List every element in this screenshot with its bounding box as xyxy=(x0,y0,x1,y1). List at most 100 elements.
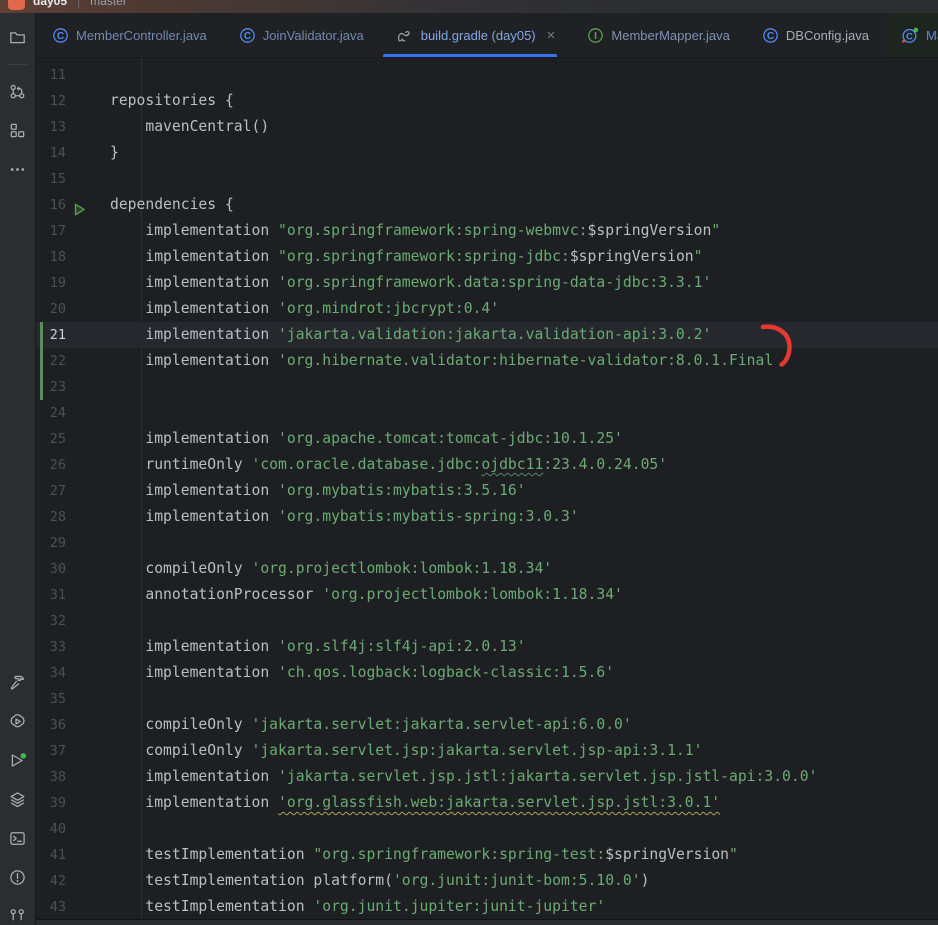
gutter[interactable]: 20 xyxy=(36,296,105,322)
tab-joinvalidator-java[interactable]: C JoinValidator.java xyxy=(223,13,380,57)
gutter[interactable]: 37 xyxy=(36,738,105,764)
tab-dbconfig-java[interactable]: C DBConfig.java xyxy=(746,13,885,57)
code-line[interactable]: 30 compileOnly 'org.projectlombok:lombok… xyxy=(36,556,938,582)
gutter[interactable]: 22 xyxy=(36,348,105,374)
line-number[interactable]: 35 xyxy=(36,686,66,712)
line-number[interactable]: 43 xyxy=(36,894,66,920)
line-number[interactable]: 26 xyxy=(36,452,66,478)
gutter[interactable]: 19 xyxy=(36,270,105,296)
gutter[interactable]: 31 xyxy=(36,582,105,608)
more-tools-icon[interactable] xyxy=(4,155,32,183)
tab-membermapper-java[interactable]: I MemberMapper.java xyxy=(571,13,746,57)
line-number[interactable]: 19 xyxy=(36,270,66,296)
line-number[interactable]: 38 xyxy=(36,764,66,790)
line-number[interactable]: 41 xyxy=(36,842,66,868)
code-line[interactable]: 11 xyxy=(36,62,938,88)
line-number[interactable]: 24 xyxy=(36,400,66,426)
code-line[interactable]: 36 compileOnly 'jakarta.servlet:jakarta.… xyxy=(36,712,938,738)
problems-icon[interactable] xyxy=(4,863,32,891)
project-name[interactable]: day05 xyxy=(33,0,67,8)
gutter[interactable]: 38 xyxy=(36,764,105,790)
gutter[interactable]: 14 xyxy=(36,140,105,166)
code-line[interactable]: 21 implementation 'jakarta.validation:ja… xyxy=(36,322,938,348)
commit-icon[interactable] xyxy=(4,77,32,105)
tab-mapperte[interactable]: C MapperTe xyxy=(885,13,938,57)
code-line[interactable]: 35 xyxy=(36,686,938,712)
gutter[interactable]: 36 xyxy=(36,712,105,738)
code-line[interactable]: 18 implementation "org.springframework:s… xyxy=(36,244,938,270)
line-number[interactable]: 30 xyxy=(36,556,66,582)
line-number[interactable]: 11 xyxy=(36,62,66,88)
code-line[interactable]: 19 implementation 'org.springframework.d… xyxy=(36,270,938,296)
line-number[interactable]: 28 xyxy=(36,504,66,530)
structure-icon[interactable] xyxy=(4,116,32,144)
gutter[interactable]: 34 xyxy=(36,660,105,686)
branch-name[interactable]: master xyxy=(90,0,127,8)
gutter[interactable]: 32 xyxy=(36,608,105,634)
code-line[interactable]: 29 xyxy=(36,530,938,556)
gutter[interactable]: 40 xyxy=(36,816,105,842)
line-number[interactable]: 15 xyxy=(36,166,66,192)
gutter[interactable]: 21 xyxy=(36,322,105,348)
code-line[interactable]: 17 implementation "org.springframework:s… xyxy=(36,218,938,244)
code-line[interactable]: 13 mavenCentral() xyxy=(36,114,938,140)
gutter[interactable]: 13 xyxy=(36,114,105,140)
code-line[interactable]: 27 implementation 'org.mybatis:mybatis:3… xyxy=(36,478,938,504)
code-line[interactable]: 41 testImplementation "org.springframewo… xyxy=(36,842,938,868)
code-line[interactable]: 34 implementation 'ch.qos.logback:logbac… xyxy=(36,660,938,686)
folder-icon[interactable] xyxy=(4,23,32,51)
code-line[interactable]: 14} xyxy=(36,140,938,166)
code-line[interactable]: 33 implementation 'org.slf4j:slf4j-api:2… xyxy=(36,634,938,660)
line-number[interactable]: 25 xyxy=(36,426,66,452)
line-number[interactable]: 31 xyxy=(36,582,66,608)
line-number[interactable]: 14 xyxy=(36,140,66,166)
gutter[interactable]: 35 xyxy=(36,686,105,712)
code-editor[interactable]: 11 12 repositories {13 mavenCentral() 14} 15… xyxy=(36,58,938,919)
code-line[interactable]: 20 implementation 'org.mindrot:jbcrypt:0… xyxy=(36,296,938,322)
line-number[interactable]: 12 xyxy=(36,88,66,114)
code-line[interactable]: 40 xyxy=(36,816,938,842)
services-icon[interactable] xyxy=(4,707,32,735)
terminal-icon[interactable] xyxy=(4,824,32,852)
gutter[interactable]: 27 xyxy=(36,478,105,504)
code-line[interactable]: 22 implementation 'org.hibernate.validat… xyxy=(36,348,938,374)
code-line[interactable]: 15 xyxy=(36,166,938,192)
gutter[interactable]: 42 xyxy=(36,868,105,894)
line-number[interactable]: 36 xyxy=(36,712,66,738)
gutter[interactable]: 30 xyxy=(36,556,105,582)
line-number[interactable]: 23 xyxy=(36,374,66,400)
line-number[interactable]: 37 xyxy=(36,738,66,764)
code-line[interactable]: 26 runtimeOnly 'com.oracle.database.jdbc… xyxy=(36,452,938,478)
gutter[interactable]: 43 xyxy=(36,894,105,920)
code-line[interactable]: 16 dependencies { xyxy=(36,192,938,218)
line-number[interactable]: 22 xyxy=(36,348,66,374)
code-line[interactable]: 28 implementation 'org.mybatis:mybatis-s… xyxy=(36,504,938,530)
gutter[interactable]: 39 xyxy=(36,790,105,816)
close-icon[interactable]: × xyxy=(547,28,556,43)
code-line[interactable]: 43 testImplementation 'org.junit.jupiter… xyxy=(36,894,938,920)
line-number[interactable]: 16 xyxy=(36,192,66,218)
vcs-icon[interactable] xyxy=(4,902,32,925)
code-line[interactable]: 37 compileOnly 'jakarta.servlet.jsp:jaka… xyxy=(36,738,938,764)
gutter[interactable]: 24 xyxy=(36,400,105,426)
gutter[interactable]: 29 xyxy=(36,530,105,556)
gutter[interactable]: 16 xyxy=(36,192,105,218)
build-hammer-icon[interactable] xyxy=(4,668,32,696)
code-line[interactable]: 23 xyxy=(36,374,938,400)
gutter[interactable]: 28 xyxy=(36,504,105,530)
gutter[interactable]: 17 xyxy=(36,218,105,244)
line-number[interactable]: 42 xyxy=(36,868,66,894)
code-line[interactable]: 32 xyxy=(36,608,938,634)
line-number[interactable]: 39 xyxy=(36,790,66,816)
line-number[interactable]: 27 xyxy=(36,478,66,504)
layers-icon[interactable] xyxy=(4,785,32,813)
gutter[interactable]: 23 xyxy=(36,374,105,400)
line-number[interactable]: 17 xyxy=(36,218,66,244)
line-number[interactable]: 29 xyxy=(36,530,66,556)
line-number[interactable]: 32 xyxy=(36,608,66,634)
code-line[interactable]: 24 xyxy=(36,400,938,426)
code-line[interactable]: 39 implementation 'org.glassfish.web:jak… xyxy=(36,790,938,816)
code-line[interactable]: 31 annotationProcessor 'org.projectlombo… xyxy=(36,582,938,608)
run-icon[interactable] xyxy=(4,746,32,774)
line-number[interactable]: 33 xyxy=(36,634,66,660)
